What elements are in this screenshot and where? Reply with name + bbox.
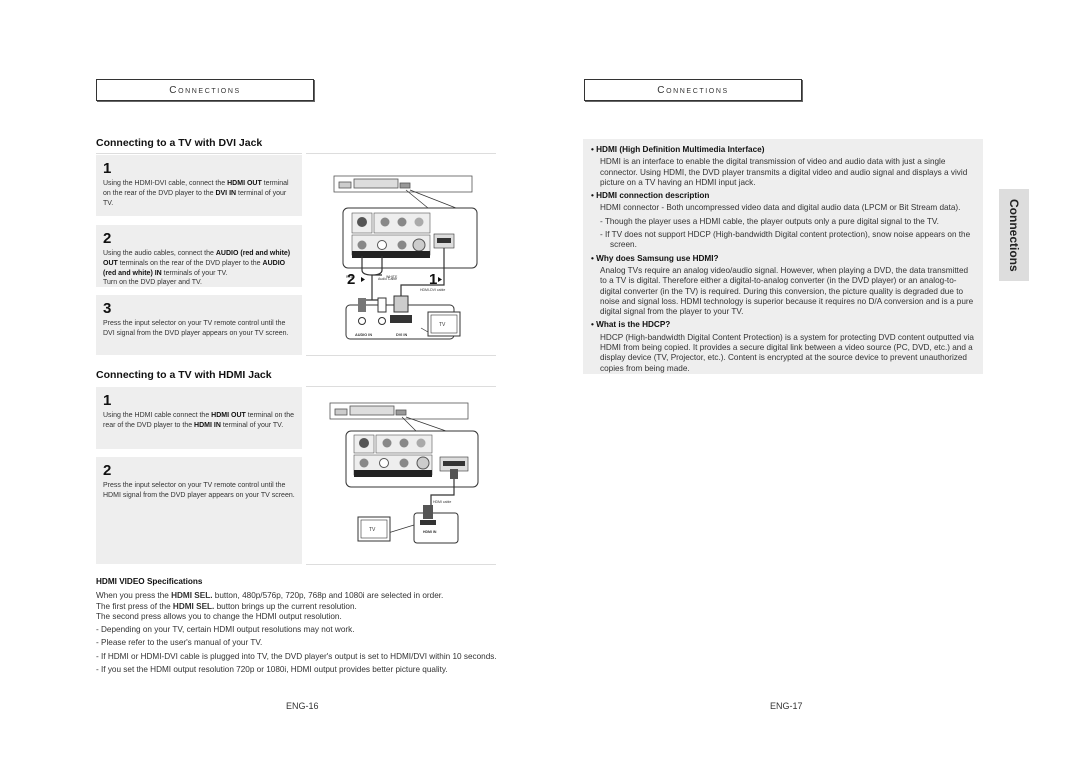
- page-number-left: ENG-16: [286, 701, 319, 711]
- info-note: - If TV does not support HDCP (High-band…: [600, 230, 971, 250]
- label-tv: TV: [439, 322, 446, 328]
- label-hdmi-dvi-cable: HDMI-DVI cable: [420, 288, 445, 292]
- divider: [306, 386, 496, 387]
- spec-text: When you press the: [96, 591, 172, 601]
- step-text-bold: HDMI OUT: [227, 180, 262, 187]
- section-title-box-left: Connections: [96, 79, 314, 101]
- spec-note: - If HDMI or HDMI-DVI cable is plugged i…: [96, 651, 497, 661]
- info-heading: • Why does Samsung use HDMI?: [591, 253, 719, 263]
- rear-panel-zoom: [342, 207, 478, 269]
- step-text: Using the HDMI-DVI cable, connect the: [103, 180, 228, 187]
- info-body: Analog TVs require an analog video/audio…: [600, 265, 974, 317]
- info-heading: • What is the HDCP?: [591, 320, 671, 330]
- step-text: Turn on the DVD player and TV.: [103, 279, 202, 287]
- rear-panel-zoom: [345, 430, 479, 488]
- side-tab-label: Connections: [1007, 198, 1021, 272]
- step-text-bold: HDMI IN: [194, 421, 221, 429]
- step-text: terminals on the rear of the DVD player …: [117, 259, 263, 267]
- tv-icon: TV: [427, 311, 461, 337]
- divider: [306, 355, 496, 356]
- label-dvi-in: DVI IN: [396, 333, 407, 337]
- step-2-marker: 2: [347, 271, 355, 288]
- spec-note: - Please refer to the user's manual of y…: [96, 638, 263, 648]
- spec-line: When you press the HDMI SEL. button, 480…: [96, 591, 516, 601]
- info-body: HDMI is an interface to enable the digit…: [600, 157, 968, 187]
- spec-line: The first press of the HDMI SEL. button …: [96, 602, 516, 612]
- dvi-connection-diagram: RED WHITE 2 Audio Cable 1 HDMI-DVI cable…: [333, 175, 478, 340]
- divider: [96, 153, 302, 154]
- dvi-step-3: 3 Press the input selector on your TV re…: [96, 295, 302, 355]
- label-hdmi-in: HDMI IN: [423, 530, 437, 534]
- step-text: Press the input selector on your TV remo…: [103, 320, 289, 337]
- info-body: HDMI connector - Both uncompressed video…: [600, 203, 961, 213]
- step-text: terminal of your TV.: [220, 421, 284, 429]
- step-number: 3: [103, 300, 112, 317]
- label-audio-in: AUDIO IN: [355, 333, 372, 337]
- side-tab-connections[interactable]: Connections: [999, 189, 1029, 281]
- hdmi-info-panel: • HDMI (High Definition Multimedia Inter…: [583, 139, 983, 374]
- step-text-bold: DVI IN: [215, 189, 237, 197]
- arrow-icon: [438, 277, 442, 282]
- page-number-right: ENG-17: [770, 701, 803, 711]
- step-text: Using the HDMI cable connect the: [103, 412, 212, 419]
- spec-line: The second press allows you to change th…: [96, 611, 342, 621]
- spec-note: - If you set the HDMI output resolution …: [96, 665, 448, 675]
- divider: [306, 564, 496, 565]
- spec-note: - Depending on your TV, certain HDMI out…: [96, 625, 355, 635]
- step-number: 2: [103, 230, 112, 247]
- tv-icon: TV: [357, 516, 391, 542]
- spec-text: button, 480p/576p, 720p, 768p and 1080i …: [212, 591, 444, 601]
- step-text: Press the input selector on your TV remo…: [103, 482, 295, 499]
- label-audio-cable: Audio Cable: [378, 277, 397, 281]
- hdmi-step-1: 1 Using the HDMI cable connect the HDMI …: [96, 387, 302, 449]
- hdmi-connection-diagram: HDMI cable HDMI IN TV: [329, 402, 479, 544]
- dvi-step-2: 2 Using the audio cables, connect the AU…: [96, 225, 302, 287]
- info-heading: • HDMI (High Definition Multimedia Inter…: [591, 145, 765, 154]
- section-title: Connections: [169, 84, 241, 96]
- spec-text: The first press of the: [96, 601, 173, 611]
- dvd-player-rear: [333, 175, 473, 193]
- label-tv: TV: [369, 527, 376, 533]
- step-text: Using the audio cables, connect the: [103, 250, 216, 257]
- step-number: 2: [103, 462, 112, 479]
- label-hdmi-cable: HDMI cable: [433, 500, 451, 504]
- info-note: - Though the player uses a HDMI cable, t…: [600, 216, 939, 226]
- hdmi-video-spec: HDMI VIDEO Specifications When you press…: [96, 577, 516, 675]
- step-number: 1: [103, 160, 112, 177]
- spec-text-bold: HDMI SEL.: [171, 591, 213, 601]
- section-title-box-right: Connections: [584, 79, 802, 101]
- tv-panel-zoom: HDMI IN: [413, 505, 459, 544]
- section-title: Connections: [657, 84, 729, 96]
- hdmi-step-2: 2 Press the input selector on your TV re…: [96, 457, 302, 564]
- step-text: terminals of your TV.: [161, 269, 228, 277]
- step-text-bold: HDMI OUT: [211, 412, 246, 419]
- spec-text: button brings up the current resolution.: [214, 601, 357, 611]
- dvi-heading: Connecting to a TV with DVI Jack: [96, 137, 263, 149]
- info-body: HDCP (High-bandwidth Digital Content Pro…: [600, 332, 974, 373]
- step-1-marker: 1: [429, 271, 437, 288]
- step-number: 1: [103, 392, 112, 409]
- arrow-icon: [361, 277, 365, 282]
- dvi-step-1: 1 Using the HDMI-DVI cable, connect the …: [96, 155, 302, 216]
- spec-text-bold: HDMI SEL.: [172, 601, 215, 611]
- dvd-player-rear: [329, 402, 469, 420]
- spec-heading: HDMI VIDEO Specifications: [96, 577, 203, 586]
- hdmi-heading: Connecting to a TV with HDMI Jack: [96, 369, 272, 381]
- info-heading: • HDMI connection description: [591, 191, 710, 201]
- divider: [306, 153, 496, 154]
